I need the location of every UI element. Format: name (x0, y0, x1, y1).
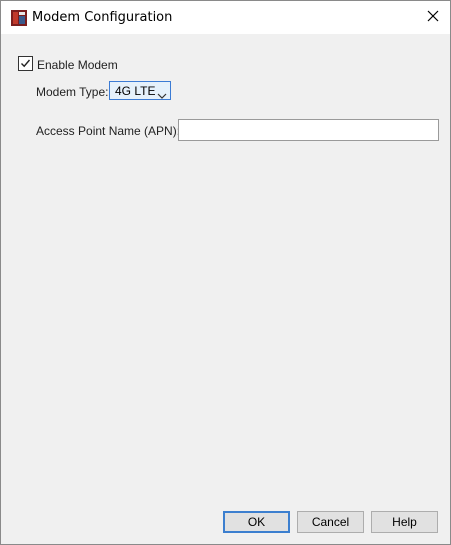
apn-input[interactable] (178, 119, 439, 141)
checkmark-icon (21, 59, 31, 68)
enable-modem-checkbox[interactable] (18, 56, 33, 71)
window-title: Modem Configuration (32, 10, 173, 25)
modem-type-select[interactable]: 4G LTE (109, 81, 171, 100)
modem-type-value: 4G LTE (115, 84, 156, 98)
enable-modem-label[interactable]: Enable Modem (37, 58, 118, 72)
help-button[interactable]: Help (371, 511, 438, 533)
modem-type-label: Modem Type: (36, 85, 109, 99)
close-icon (427, 9, 439, 27)
modem-configuration-dialog: Modem Configuration Enable Modem Modem T… (0, 0, 451, 545)
ok-button[interactable]: OK (223, 511, 290, 533)
dialog-content: Enable Modem Modem Type: 4G LTE Access P… (1, 34, 450, 544)
cancel-button[interactable]: Cancel (297, 511, 364, 533)
close-button[interactable] (415, 1, 450, 34)
app-logo-icon (11, 10, 27, 26)
chevron-down-icon (157, 87, 167, 105)
title-bar[interactable]: Modem Configuration (1, 1, 450, 34)
apn-label: Access Point Name (APN): (36, 124, 181, 138)
